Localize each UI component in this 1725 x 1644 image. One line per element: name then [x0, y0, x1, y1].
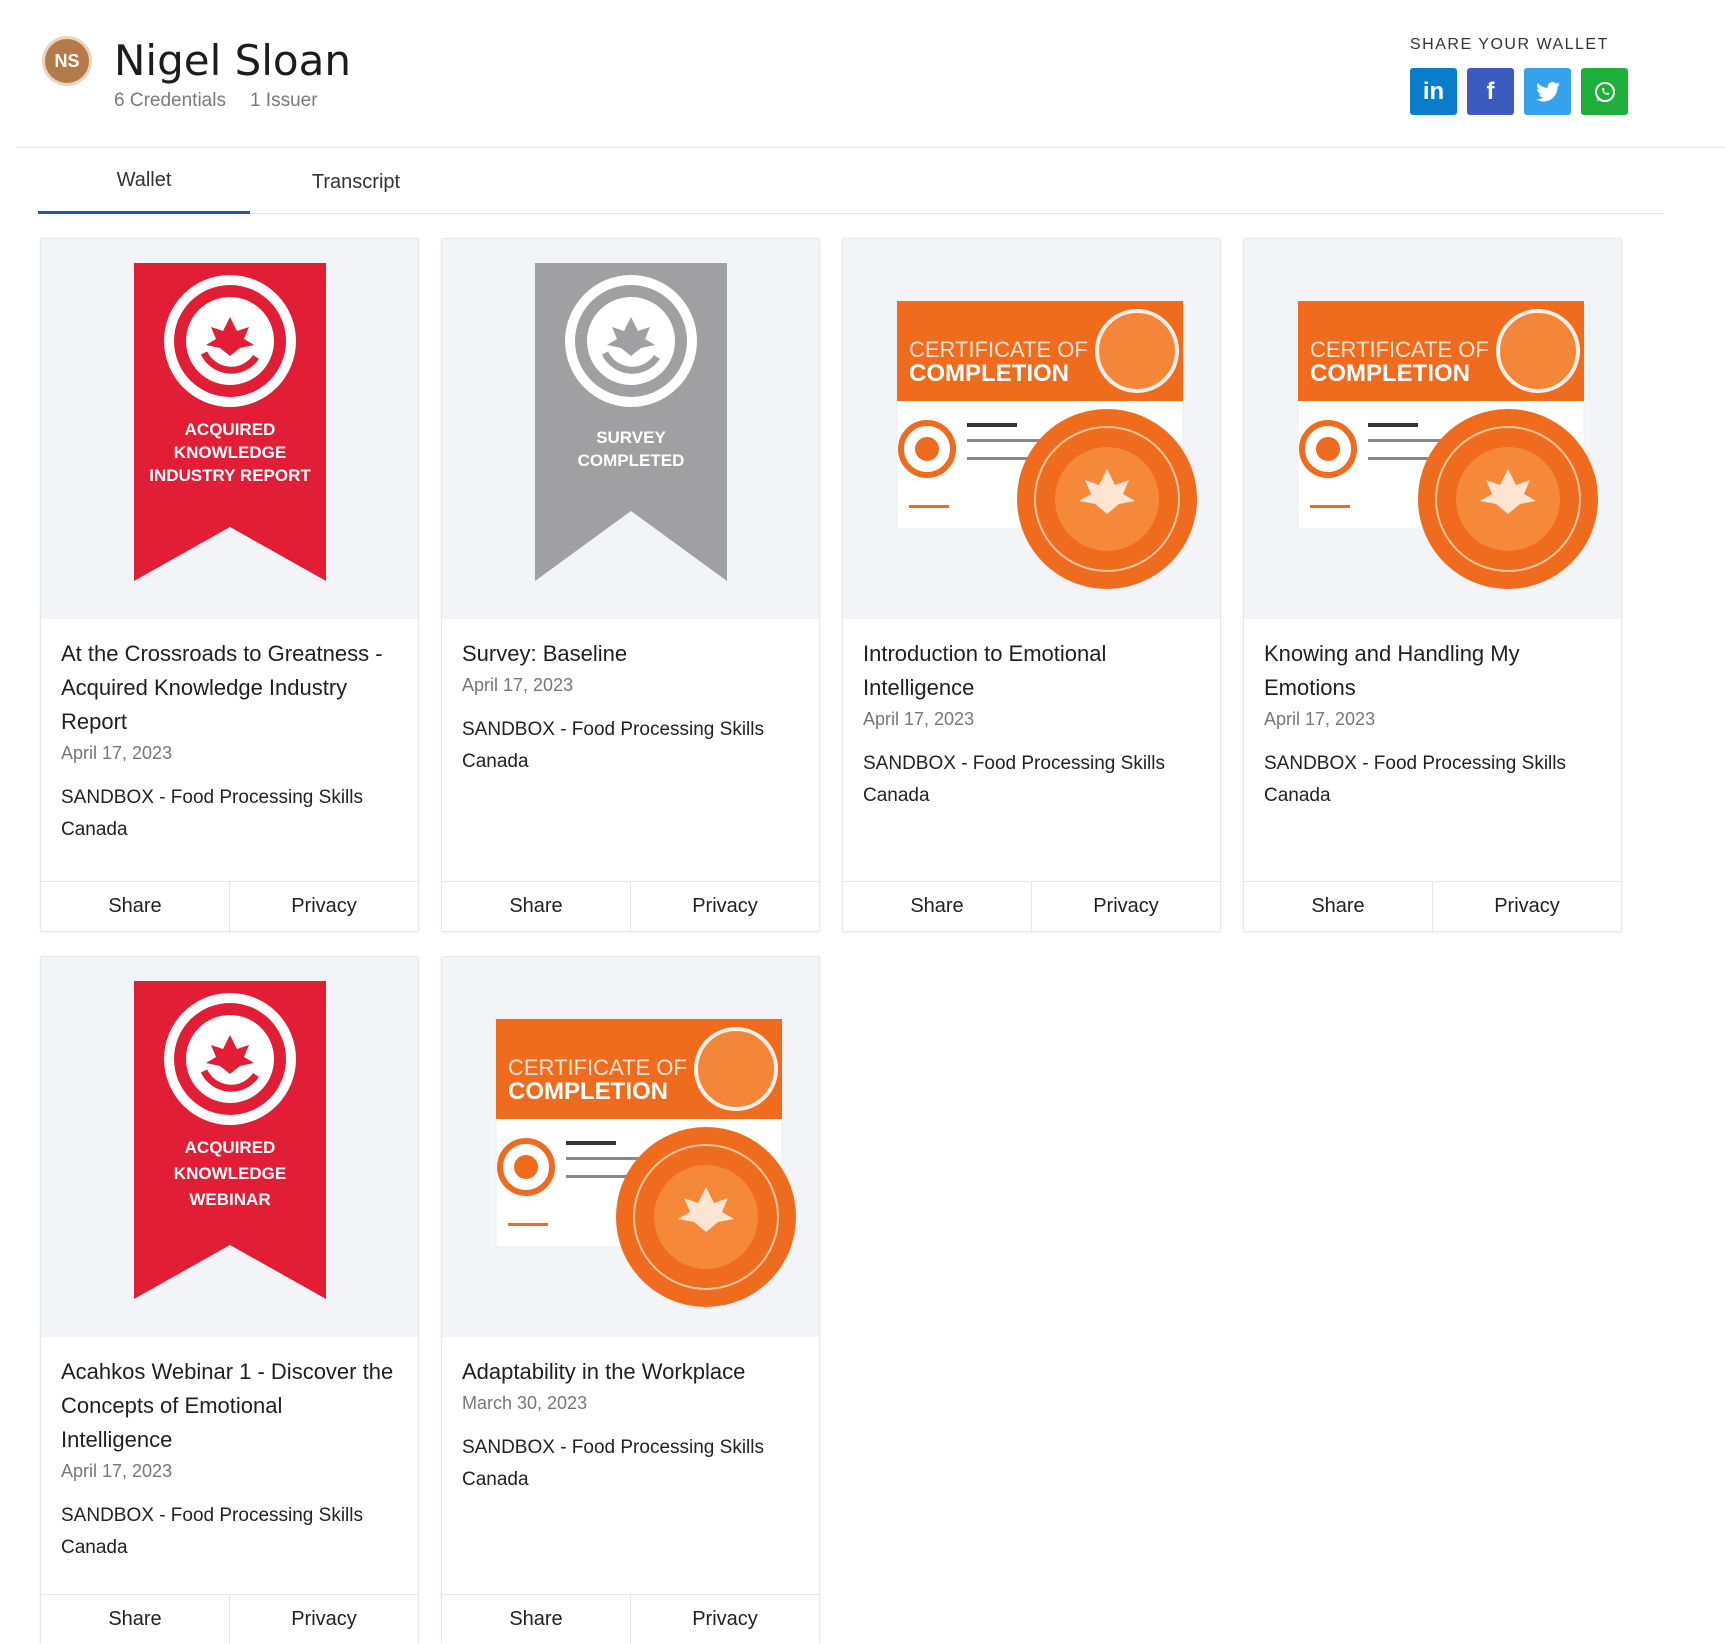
privacy-button[interactable]: Privacy: [229, 882, 418, 931]
certificate-line-1: CERTIFICATE OF: [508, 1055, 687, 1080]
credentials-count: 6 Credentials: [114, 90, 226, 111]
credential-issuer: SANDBOX - Food Processing Skills Canada: [462, 1437, 764, 1490]
facebook-share-button[interactable]: f: [1467, 68, 1514, 115]
badge-line-3: WEBINAR: [189, 1190, 270, 1209]
credential-card[interactable]: ACQUIRED KNOWLEDGE WEBINAR Acahkos Webin…: [40, 956, 419, 1644]
badge-line-2: COMPLETED: [577, 451, 684, 470]
linkedin-icon: in: [1422, 77, 1445, 105]
issuers-count: 1 Issuer: [249, 90, 318, 111]
share-button[interactable]: Share: [41, 1595, 229, 1644]
certificate-line-2: COMPLETION: [909, 360, 1069, 387]
credential-date: April 17, 2023: [61, 1461, 173, 1481]
privacy-button[interactable]: Privacy: [1432, 882, 1621, 931]
share-button[interactable]: Share: [1244, 882, 1432, 931]
privacy-button[interactable]: Privacy: [1031, 882, 1220, 931]
credential-title[interactable]: At the Crossroads to Greatness - Acquire…: [61, 637, 398, 739]
credential-card[interactable]: SURVEY COMPLETED Survey: Baseline April …: [441, 238, 820, 932]
credential-image: ACQUIRED KNOWLEDGE INDUSTRY REPORT: [41, 239, 418, 619]
facebook-icon: f: [1486, 77, 1495, 105]
credential-issuer: SANDBOX - Food Processing Skills Canada: [863, 753, 1165, 806]
privacy-button[interactable]: Privacy: [630, 1595, 819, 1644]
certificate-line-1: CERTIFICATE OF: [909, 337, 1088, 362]
acquired-knowledge-ribbon-badge: ACQUIRED KNOWLEDGE INDUSTRY REPORT: [133, 263, 326, 581]
tab-transcript[interactable]: Transcript: [250, 150, 462, 214]
credential-card[interactable]: CERTIFICATE OF COMPLETION Knowing and Ha…: [1243, 238, 1622, 932]
credential-issuer: SANDBOX - Food Processing Skills Canada: [1264, 753, 1566, 806]
card-actions: Share Privacy: [41, 881, 418, 931]
user-meta: 6 Credentials 1 Issuer: [114, 90, 318, 112]
card-actions: Share Privacy: [442, 881, 819, 931]
credential-image: CERTIFICATE OF COMPLETION: [1244, 239, 1621, 619]
twitter-icon: [1535, 81, 1560, 101]
card-actions: Share Privacy: [843, 881, 1220, 931]
credential-image: CERTIFICATE OF COMPLETION: [843, 239, 1220, 619]
share-wallet-title: SHARE YOUR WALLET: [1410, 36, 1609, 53]
badge-line-1: ACQUIRED: [184, 1138, 275, 1157]
certificate-of-completion-badge: CERTIFICATE OF COMPLETION: [495, 1019, 796, 1307]
credential-issuer: SANDBOX - Food Processing Skills Canada: [61, 1505, 363, 1558]
linkedin-share-button[interactable]: in: [1410, 68, 1457, 115]
credential-date: April 17, 2023: [462, 675, 574, 695]
credential-title[interactable]: Adaptability in the Workplace: [462, 1355, 799, 1389]
credential-issuer: SANDBOX - Food Processing Skills Canada: [61, 787, 363, 840]
user-name: Nigel Sloan: [114, 36, 351, 85]
whatsapp-share-button[interactable]: [1581, 68, 1628, 115]
certificate-line-2: COMPLETION: [508, 1078, 668, 1105]
certificate-of-completion-badge: CERTIFICATE OF COMPLETION: [1297, 301, 1598, 589]
privacy-button[interactable]: Privacy: [229, 1595, 418, 1644]
credential-issuer: SANDBOX - Food Processing Skills Canada: [462, 719, 764, 772]
card-actions: Share Privacy: [1244, 881, 1621, 931]
certificate-of-completion-badge: CERTIFICATE OF COMPLETION: [896, 301, 1197, 589]
credential-image: SURVEY COMPLETED: [442, 239, 819, 619]
social-share-buttons: in f: [1410, 68, 1628, 115]
badge-line-2: KNOWLEDGE: [173, 1164, 285, 1183]
share-button[interactable]: Share: [843, 882, 1031, 931]
credential-title[interactable]: Knowing and Handling My Emotions: [1264, 637, 1601, 705]
certificate-line-1: CERTIFICATE OF: [1310, 337, 1489, 362]
credential-date: April 17, 2023: [1264, 709, 1376, 729]
badge-line-1: SURVEY: [596, 428, 666, 447]
credential-title[interactable]: Survey: Baseline: [462, 637, 799, 671]
avatar: NS: [42, 36, 92, 86]
badge-line-1: ACQUIRED: [184, 420, 275, 439]
card-actions: Share Privacy: [41, 1594, 418, 1644]
twitter-share-button[interactable]: [1524, 68, 1571, 115]
share-button[interactable]: Share: [442, 882, 630, 931]
acquired-knowledge-webinar-ribbon-badge: ACQUIRED KNOWLEDGE WEBINAR: [133, 981, 326, 1299]
credential-date: April 17, 2023: [61, 743, 173, 763]
wallet-header: NS Nigel Sloan 6 Credentials 1 Issuer SH…: [16, 10, 1725, 148]
credential-card[interactable]: ACQUIRED KNOWLEDGE INDUSTRY REPORT At th…: [40, 238, 419, 932]
wallet-tabs: Wallet Transcript: [38, 150, 1663, 214]
share-button[interactable]: Share: [442, 1595, 630, 1644]
card-actions: Share Privacy: [442, 1594, 819, 1644]
credential-card[interactable]: CERTIFICATE OF COMPLETION Introduction t…: [842, 238, 1221, 932]
credential-date: March 30, 2023: [462, 1393, 588, 1413]
survey-completed-ribbon-badge: SURVEY COMPLETED: [534, 263, 727, 581]
credential-title[interactable]: Introduction to Emotional Intelligence: [863, 637, 1200, 705]
share-button[interactable]: Share: [41, 882, 229, 931]
credential-image: CERTIFICATE OF COMPLETION: [442, 957, 819, 1337]
credential-date: April 17, 2023: [863, 709, 975, 729]
badge-line-3: INDUSTRY REPORT: [149, 466, 311, 485]
badge-line-2: KNOWLEDGE: [173, 443, 285, 462]
credential-image: ACQUIRED KNOWLEDGE WEBINAR: [41, 957, 418, 1337]
credential-card[interactable]: CERTIFICATE OF COMPLETION Adaptability i…: [441, 956, 820, 1644]
tab-wallet[interactable]: Wallet: [38, 150, 250, 214]
credential-title[interactable]: Acahkos Webinar 1 - Discover the Concept…: [61, 1355, 398, 1457]
whatsapp-icon: [1594, 81, 1615, 102]
privacy-button[interactable]: Privacy: [630, 882, 819, 931]
certificate-line-2: COMPLETION: [1310, 360, 1470, 387]
